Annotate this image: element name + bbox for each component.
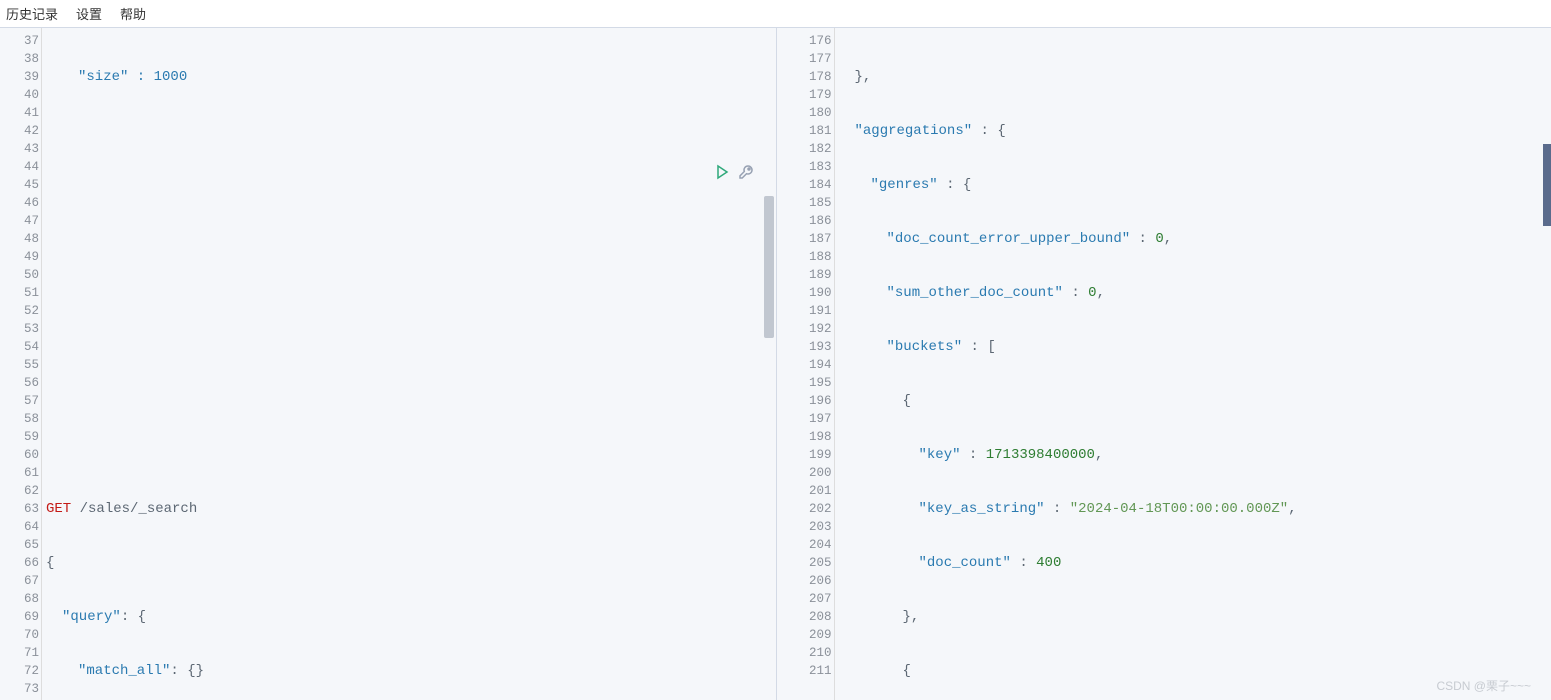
request-action-buttons [714,164,754,185]
response-code-area[interactable]: }, "aggregations" : { "genres" : { "doc_… [835,28,1551,700]
side-accent-bar [1543,144,1551,226]
scrollbar-track [762,28,776,700]
line-gutter-right: 176▴177▾178▾179180181▾182▾183184185186▴1… [777,28,835,700]
http-url: /sales/_search [71,501,197,517]
code-text: "match_all" [78,663,170,679]
run-query-icon[interactable] [714,164,730,185]
request-code-area[interactable]: "size" : 1000 GET /sales/_search { "quer… [42,28,776,700]
scrollbar-thumb[interactable] [764,196,774,338]
menu-bar: 历史记录 设置 帮助 [0,0,1551,28]
menu-item-settings[interactable]: 设置 [76,4,102,23]
request-editor-pane: 373839▾40414243444546▾47▾4849▴50▾51▾52▾5… [0,28,776,700]
wrench-icon[interactable] [738,164,754,185]
menu-item-help[interactable]: 帮助 [120,4,146,23]
main-split: 373839▾40414243444546▾47▾4849▴50▾51▾52▾5… [0,28,1551,700]
line-gutter-left: 373839▾40414243444546▾47▾4849▴50▾51▾52▾5… [0,28,42,700]
menu-item-history[interactable]: 历史记录 [6,4,58,23]
response-viewer-pane: ‖ 176▴177▾178▾179180181▾182▾183184185186… [776,28,1551,700]
code-text: "size" : 1000 [78,69,187,85]
http-method: GET [46,501,71,517]
code-text: "query" [62,609,121,625]
watermark-text: CSDN @栗子~~~ [1436,677,1531,694]
code-text: { [46,555,54,571]
